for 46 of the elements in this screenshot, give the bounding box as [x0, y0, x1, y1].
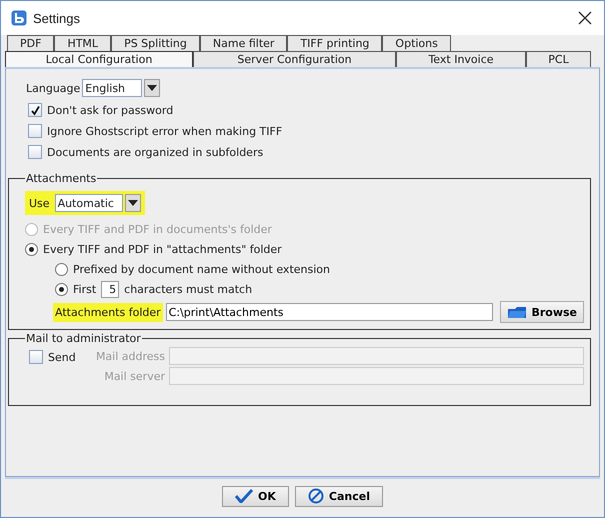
count-field[interactable]: 5 [101, 280, 120, 298]
radio-button[interactable] [25, 242, 38, 256]
tab[interactable]: Text Invoice [396, 51, 526, 67]
tab[interactable]: Name filter [200, 35, 288, 51]
check-icon [235, 489, 254, 503]
checkbox-label: Send [48, 350, 76, 364]
use-label: Use [29, 196, 50, 210]
radio-label: First [73, 282, 96, 296]
field-label: Mail address [94, 350, 165, 362]
checkbox-label: Ignore Ghostscript error when making TIFF [47, 124, 282, 138]
radio-label: Every TIFF and PDF in "attachments" folder [43, 242, 282, 256]
app-icon [11, 10, 27, 26]
tab[interactable]: HTML [54, 35, 112, 51]
caret-icon [147, 85, 158, 91]
cancel-button[interactable]: Cancel [294, 486, 383, 506]
folder-label: Attachments folder [53, 302, 163, 322]
browse-button[interactable]: Browse [500, 301, 584, 323]
tab[interactable]: PS Splitting [111, 35, 200, 51]
checkbox[interactable] [29, 350, 43, 364]
checkbox-label: Documents are organized in subfolders [47, 146, 264, 158]
field-label: Mail server [103, 370, 165, 382]
radio-label: Every TIFF and PDF in documents's folder [43, 222, 272, 236]
tab[interactable]: TIFF printing [287, 35, 382, 51]
group-title: Mail to administrator [25, 332, 142, 345]
radio-label: Prefixed by document name without extension [73, 262, 330, 276]
language-label: Language [26, 82, 80, 94]
folder-icon [507, 305, 528, 319]
caret-icon [128, 200, 138, 206]
checkbox[interactable] [28, 124, 42, 138]
radio-button[interactable] [55, 282, 68, 296]
radio-button[interactable] [55, 262, 68, 276]
checkbox-label: Don't ask for password [47, 104, 174, 116]
no-entry-icon [308, 488, 324, 504]
checkbox[interactable] [28, 103, 42, 117]
tab[interactable]: Server Configuration [193, 51, 396, 67]
tab[interactable]: Local Configuration [5, 51, 193, 67]
window-title: Settings [33, 10, 81, 26]
radio-label-suffix: characters must match [124, 282, 252, 296]
tab[interactable]: PCL [526, 51, 591, 67]
tab[interactable]: PDF [7, 35, 54, 51]
folder-field[interactable]: C:\print\Attachments [166, 303, 494, 321]
tab[interactable]: Options [382, 35, 451, 51]
ok-button[interactable]: OK [222, 486, 289, 506]
group-title: Attachments [25, 172, 98, 185]
checkbox[interactable] [28, 145, 42, 159]
close-icon[interactable] [578, 11, 592, 25]
